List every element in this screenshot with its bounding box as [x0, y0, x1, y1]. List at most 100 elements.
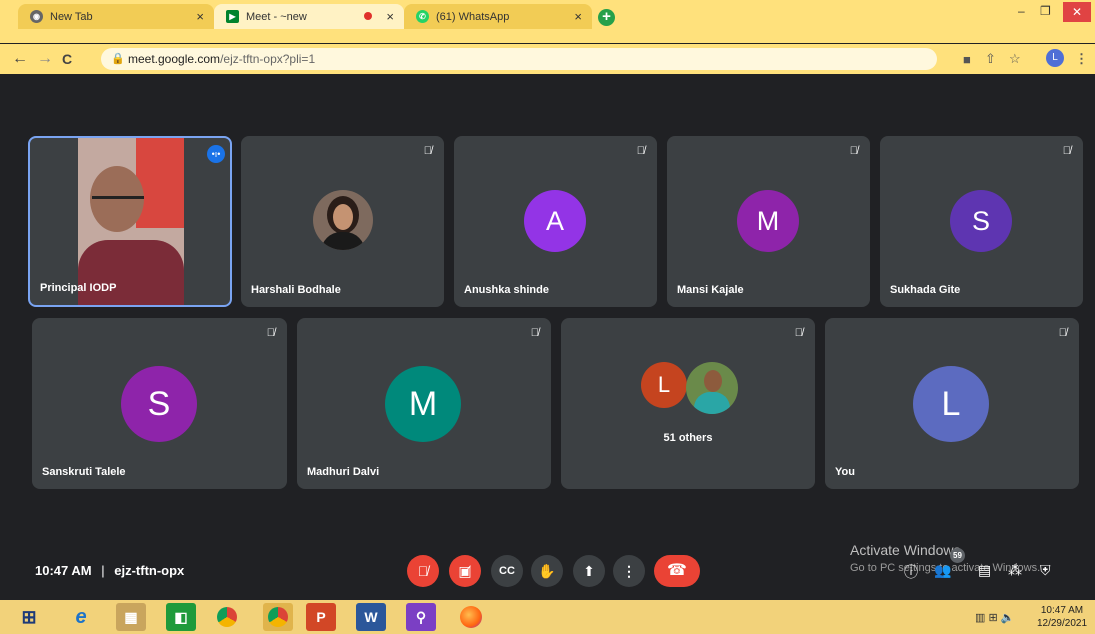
mic-toggle-button[interactable]: 🎙̸ [407, 555, 439, 587]
browser-tab-strip: ◉ New Tab × ▶ Meet - ~new × ✆ (61) Whats… [0, 0, 1095, 43]
file-explorer-icon[interactable]: ▦ [116, 603, 146, 631]
participant-avatar: L [913, 366, 989, 442]
recording-icon [364, 12, 372, 20]
tab-meet[interactable]: ▶ Meet - ~new × [214, 4, 404, 29]
meet-icon: ▶ [226, 10, 239, 23]
leave-call-button[interactable]: ☎ [654, 555, 700, 587]
url-text: meet.google.com/ejz-tftn-opx?pli=1 [128, 52, 316, 66]
back-arrow-icon[interactable]: ← [12, 50, 28, 68]
participant-tile-mansi[interactable]: 🎙̸ M Mansi Kajale [667, 136, 870, 307]
tab-close-icon[interactable]: × [196, 9, 204, 24]
tab-close-icon[interactable]: × [386, 9, 394, 24]
more-options-button[interactable]: ⋮ [613, 555, 645, 587]
participant-tile-anushka[interactable]: 🎙̸ A Anushka shinde [454, 136, 657, 307]
chrome-icon: ◉ [30, 10, 43, 23]
profile-avatar[interactable]: L [1046, 49, 1064, 67]
system-clock[interactable]: 10:47 AM 12/29/2021 [1034, 604, 1090, 630]
participant-avatar: S [950, 190, 1012, 252]
share-icon[interactable]: ⇧ [985, 51, 996, 67]
internet-explorer-icon[interactable]: e [66, 603, 96, 631]
participant-name: You [835, 466, 855, 478]
whatsapp-icon: ✆ [416, 10, 429, 23]
mic-off-icon: 🎙̸ [1058, 327, 1067, 339]
windows-start-icon[interactable]: ⊞ [14, 603, 44, 631]
activities-icon[interactable]: ⁂ [1008, 562, 1022, 579]
participant-tile-madhuri[interactable]: 🎙̸ M Madhuri Dalvi [297, 318, 551, 489]
mic-off-icon: 🎙̸ [794, 327, 803, 339]
mic-off-icon: 🎙̸ [423, 145, 432, 157]
meeting-code: ejz-tftn-opx [114, 563, 185, 578]
meeting-time: 10:47 AM [35, 563, 92, 578]
word-icon[interactable]: W [356, 603, 386, 631]
search-icon[interactable]: ⚲ [406, 603, 436, 631]
participant-avatar: L [641, 362, 687, 408]
curtain-background [136, 138, 184, 228]
participant-name: Madhuri Dalvi [307, 466, 380, 478]
address-bar[interactable]: 🔒 meet.google.com/ejz-tftn-opx?pli=1 ■ ⇧… [101, 48, 1021, 70]
tab-label: New Tab [50, 10, 93, 23]
powerpoint-icon[interactable]: P [306, 603, 336, 631]
participant-tile-others[interactable]: 🎙̸ L 51 others [561, 318, 815, 489]
reload-icon[interactable]: C [62, 51, 72, 67]
tab-label: Meet - ~new [246, 10, 307, 23]
lock-icon: 🔒 [111, 53, 125, 65]
person-shirt [78, 240, 184, 305]
captions-button[interactable]: CC [491, 555, 523, 587]
mic-off-icon: 🎙̸ [636, 145, 645, 157]
mic-off-icon: 🎙̸ [1062, 145, 1071, 157]
chat-icon[interactable]: ▤ [978, 562, 991, 579]
chrome-taskbar-icon[interactable] [212, 603, 242, 631]
participant-name: Mansi Kajale [677, 284, 744, 296]
mic-off-icon: 🎙̸ [849, 145, 858, 157]
tab-close-icon[interactable]: × [574, 9, 582, 24]
host-controls-icon[interactable]: ⛨ [1040, 562, 1051, 579]
tray-icons[interactable]: ▥ ⊞ 🔈 [975, 611, 1014, 624]
participant-photo [686, 362, 738, 414]
new-tab-button[interactable]: + [598, 9, 615, 26]
mic-off-icon: 🎙̸ [266, 327, 275, 339]
camera-toggle-button[interactable]: ▣̸ [449, 555, 481, 587]
glasses [92, 196, 144, 209]
participant-name: Sanskruti Talele [42, 466, 126, 478]
participant-name: Anushka shinde [464, 284, 549, 296]
store-icon[interactable]: ◧ [166, 603, 196, 631]
participant-name: Harshali Bodhale [251, 284, 341, 296]
participant-name: Sukhada Gite [890, 284, 961, 296]
participant-tile-harshali[interactable]: 🎙̸ Harshali Bodhale [241, 136, 444, 307]
minimize-button[interactable]: – [1018, 4, 1025, 18]
participant-tile-sukhada[interactable]: 🎙̸ S Sukhada Gite [880, 136, 1083, 307]
participant-avatar: M [737, 190, 799, 252]
participant-photo [313, 190, 373, 250]
people-icon[interactable]: 👥 [934, 562, 951, 579]
menu-dots-icon[interactable]: ⋮ [1075, 51, 1088, 67]
tab-whatsapp[interactable]: ✆ (61) WhatsApp × [404, 4, 592, 29]
others-count-label: 51 others [663, 432, 713, 444]
tab-label: (61) WhatsApp [436, 10, 510, 23]
chrome-active-icon[interactable] [263, 603, 293, 631]
window-close-button[interactable]: ✕ [1063, 2, 1091, 22]
activate-windows-title: Activate Windows [850, 542, 961, 558]
participant-name: Principal IODP [40, 282, 117, 294]
firefox-icon[interactable] [456, 603, 486, 631]
participant-avatar: A [524, 190, 586, 252]
participant-tile-you[interactable]: 🎙̸ L You [825, 318, 1079, 489]
participant-tile-principal[interactable]: •ı• Principal IODP [28, 136, 232, 307]
browser-toolbar: ← → C 🔒 meet.google.com/ejz-tftn-opx?pli… [0, 44, 1095, 74]
speaking-indicator-icon: •ı• [207, 145, 225, 163]
meeting-details-icon[interactable]: ⓘ [904, 562, 918, 582]
maximize-button[interactable]: ❐ [1040, 4, 1051, 18]
participant-avatar: S [121, 366, 197, 442]
forward-arrow-icon[interactable]: → [37, 50, 53, 68]
camera-icon[interactable]: ■ [963, 52, 971, 67]
participant-tile-sanskruti[interactable]: 🎙̸ S Sanskruti Talele [32, 318, 287, 489]
people-count-badge: 59 [950, 548, 965, 563]
tab-new-tab[interactable]: ◉ New Tab × [18, 4, 214, 29]
bookmark-star-icon[interactable]: ☆ [1009, 51, 1021, 67]
meeting-info: 10:47 AM | ejz-tftn-opx [35, 563, 185, 578]
participant-video [78, 138, 184, 305]
participant-avatar: M [385, 366, 461, 442]
windows-taskbar [0, 600, 1095, 634]
present-screen-button[interactable]: ⬆ [573, 555, 605, 587]
raise-hand-button[interactable]: ✋ [531, 555, 563, 587]
mic-off-icon: 🎙̸ [530, 327, 539, 339]
